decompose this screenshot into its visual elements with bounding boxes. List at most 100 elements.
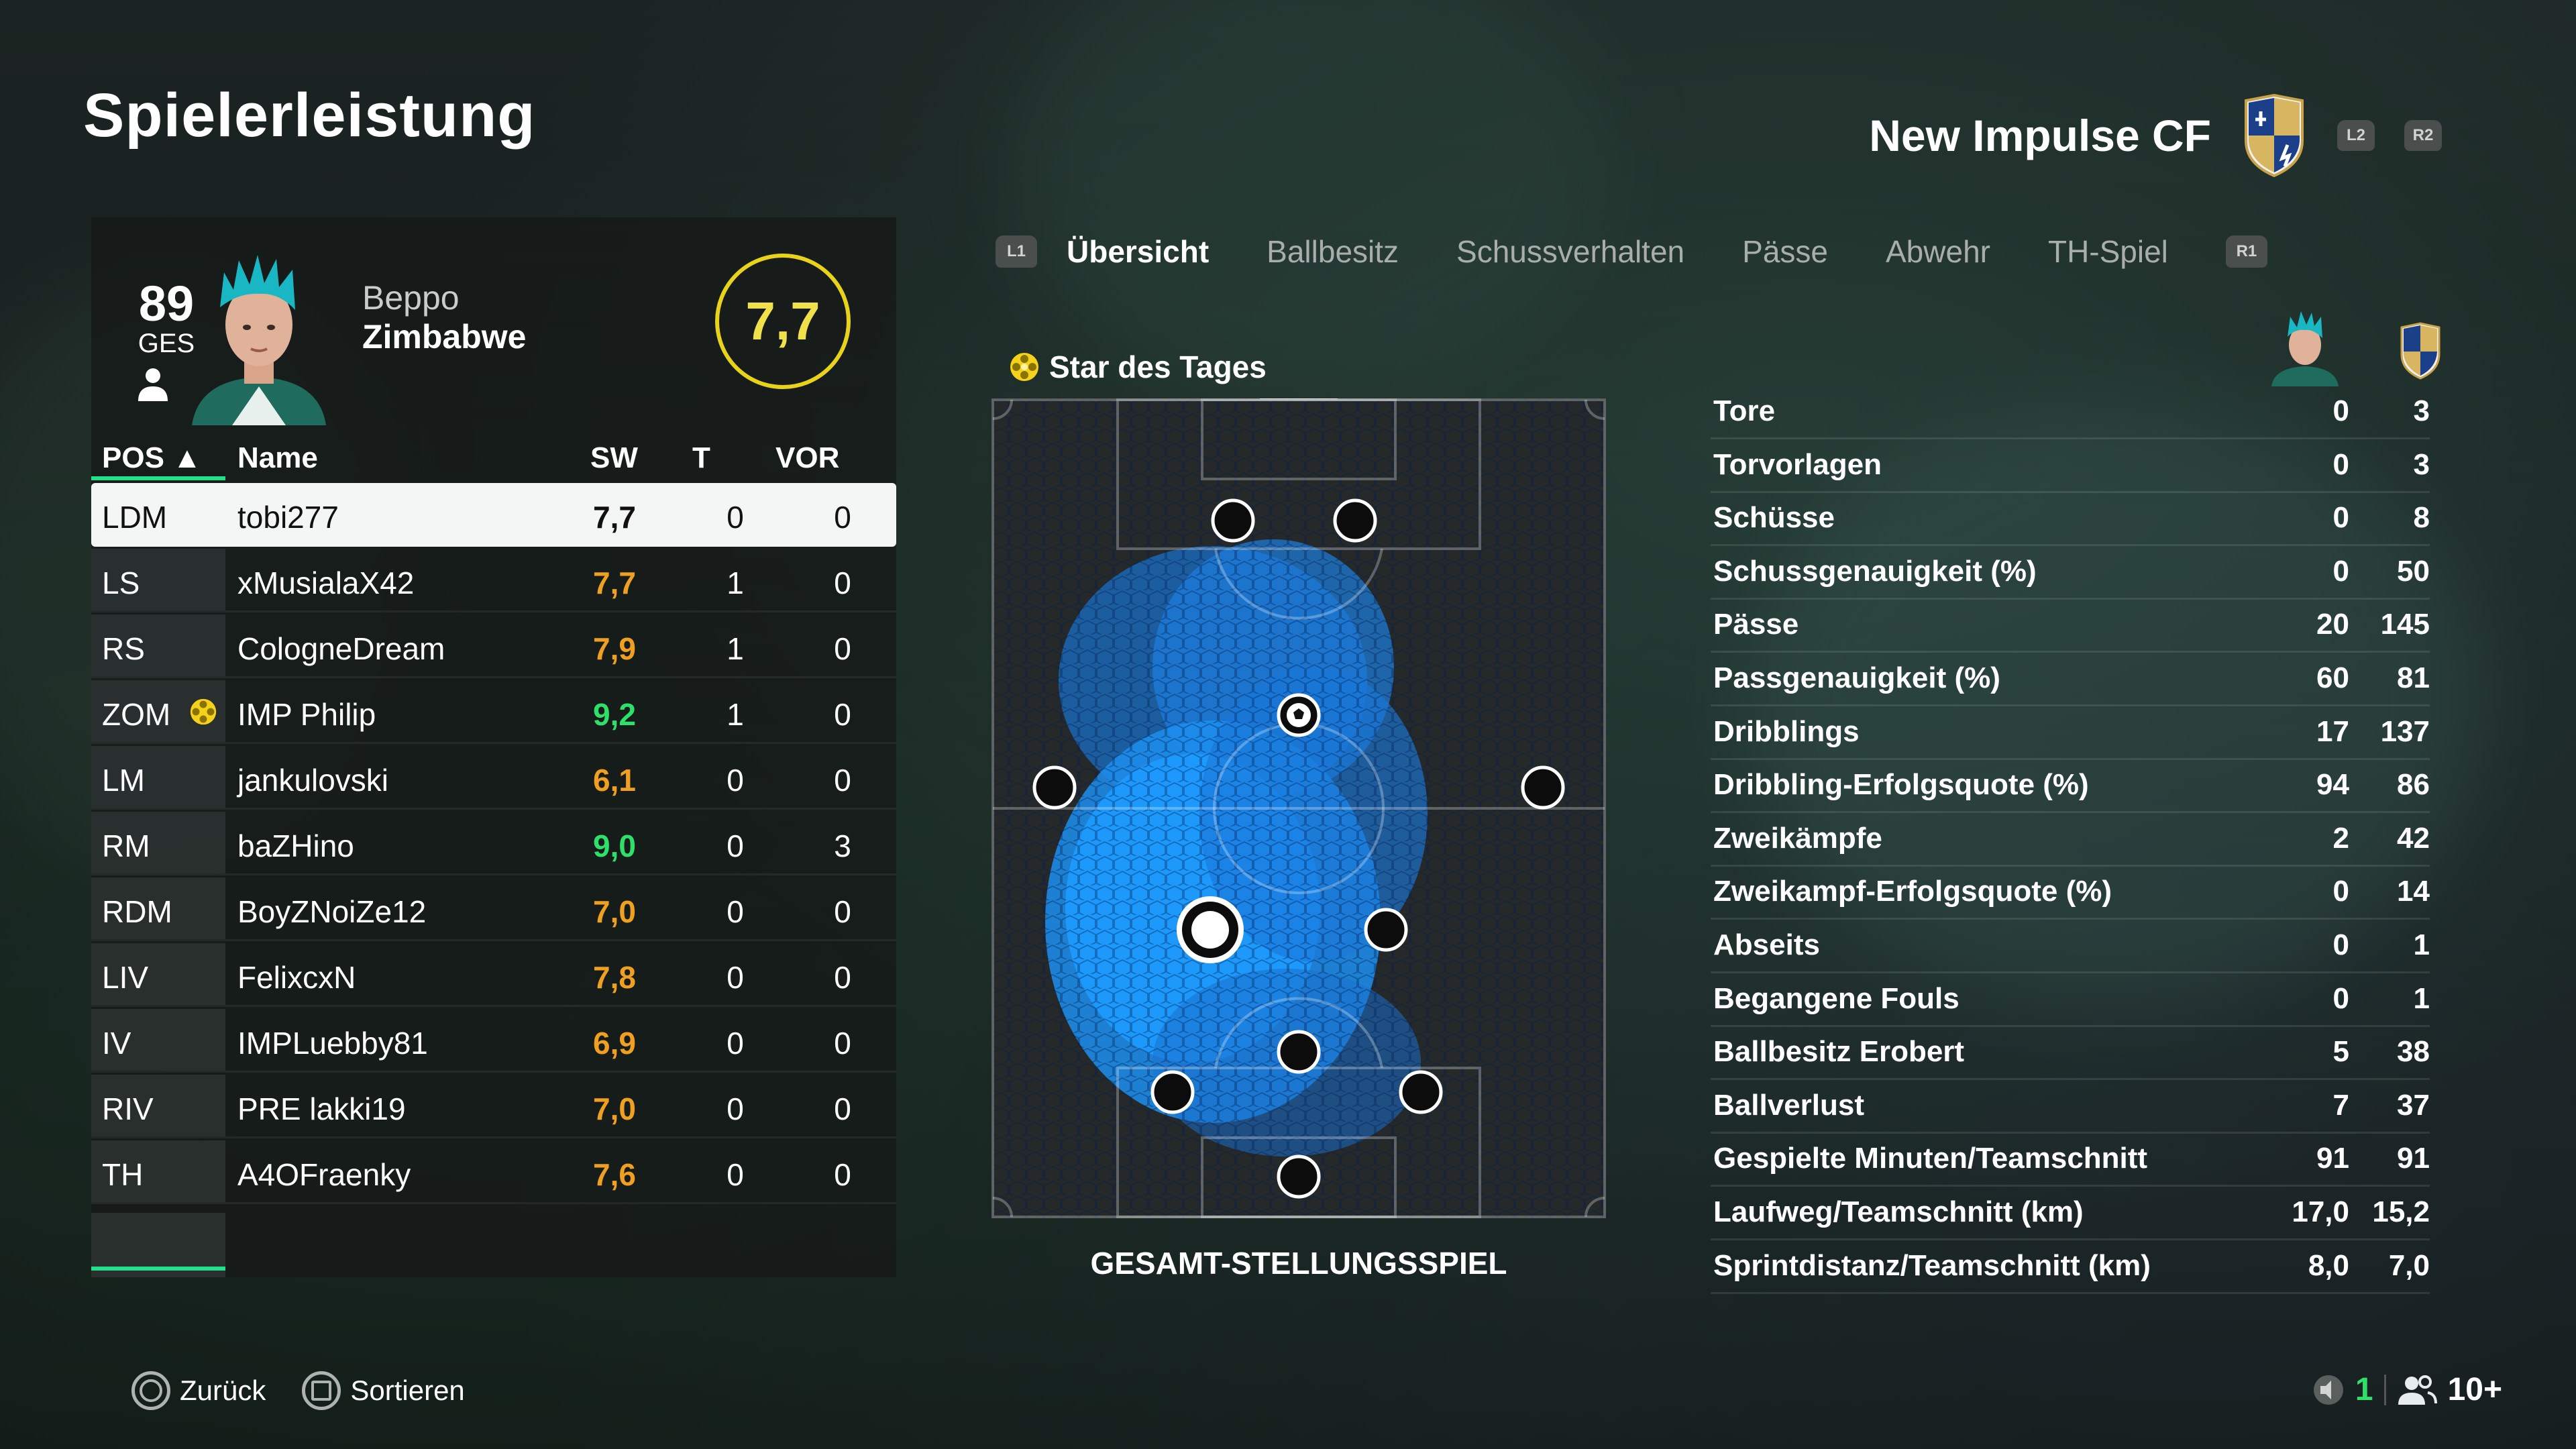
position-marker-ls <box>1211 498 1255 543</box>
row-player-name: FelixcxN <box>237 960 356 995</box>
scroll-indicator <box>91 1267 225 1271</box>
player-performance-panel: 89 GES Beppo Zimbabwe 7,7 POS ▲ Name SW … <box>91 217 896 1277</box>
stat-row: Zweikampf-Erfolgsquote (%) 0 14 <box>1711 865 2430 920</box>
stat-team-value: 14 <box>2397 875 2430 908</box>
row-player-name: A4OFraenky <box>237 1157 411 1192</box>
stat-player-value: 91 <box>2316 1142 2349 1175</box>
square-button-icon[interactable] <box>302 1371 341 1410</box>
r1-button[interactable]: R1 <box>2225 235 2267 268</box>
row-position: LS <box>102 566 140 600</box>
row-goals: 1 <box>727 631 744 666</box>
speaker-muted-icon <box>2313 1375 2343 1405</box>
table-row[interactable]: LIV FelixcxN 7,8 0 0 <box>91 943 896 1007</box>
stat-team-value: 37 <box>2397 1088 2430 1122</box>
row-goals: 0 <box>727 763 744 798</box>
stat-team-value: 1 <box>2413 981 2430 1015</box>
stat-row: Schüsse 0 8 <box>1711 492 2430 547</box>
row-goals: 0 <box>727 1157 744 1192</box>
stat-label: Sprintdistanz/Teamschnitt (km) <box>1713 1248 2151 1282</box>
sort-label[interactable]: Sortieren <box>350 1375 464 1407</box>
row-goals: 1 <box>727 566 744 600</box>
stat-team-value: 81 <box>2397 661 2430 694</box>
tab-schussverhalten[interactable]: Schussverhalten <box>1456 233 1684 270</box>
stat-label: Torvorlagen <box>1713 447 1882 481</box>
col-name-header[interactable]: Name <box>237 441 318 475</box>
row-assists: 3 <box>834 828 851 863</box>
col-t-header[interactable]: T <box>692 441 710 475</box>
stat-team-value: 3 <box>2413 447 2430 481</box>
tab-paesse[interactable]: Pässe <box>1742 233 1828 270</box>
footer-controls: Zurück Sortieren <box>131 1371 465 1410</box>
stat-team-value: 38 <box>2397 1035 2430 1069</box>
sort-indicator <box>91 476 225 480</box>
table-row[interactable]: TH A4OFraenky 7,6 0 0 <box>91 1140 896 1204</box>
table-row[interactable]: LDM tobi277 7,7 0 0 <box>91 483 896 547</box>
position-marker-liv <box>1150 1070 1195 1114</box>
row-rating: 9,0 <box>593 828 636 863</box>
row-player-name: jankulovski <box>237 763 388 798</box>
tab-uebersicht[interactable]: Übersicht <box>1067 233 1209 270</box>
position-marker-iv <box>1277 1030 1321 1074</box>
stat-team-value: 86 <box>2397 768 2430 802</box>
col-pos-header[interactable]: POS ▲ <box>102 441 202 475</box>
heatmap-caption: GESAMT-STELLUNGSSPIEL <box>1090 1246 1507 1281</box>
row-assists: 0 <box>834 1091 851 1126</box>
stat-row: Ballbesitz Erobert 5 38 <box>1711 1026 2430 1081</box>
stat-label: Tore <box>1713 394 1776 427</box>
col-vor-header[interactable]: VOR <box>775 441 839 475</box>
stat-label: Abseits <box>1713 928 1820 961</box>
table-row[interactable]: RIV PRE lakki19 7,0 0 0 <box>91 1075 896 1138</box>
stat-row: Gespielte Minuten/Teamschnitt 91 91 <box>1711 1132 2430 1187</box>
table-row[interactable]: IV IMPLuebby81 6,9 0 0 <box>91 1009 896 1073</box>
stat-player-value: 60 <box>2316 661 2349 694</box>
row-player-name: IMP Philip <box>237 697 376 732</box>
table-row[interactable]: RM baZHino 9,0 0 3 <box>91 812 896 875</box>
table-row[interactable]: ZOM IMP Philip 9,2 1 0 <box>91 680 896 744</box>
party-count: 10+ <box>2447 1372 2502 1407</box>
stat-row: Laufweg/Teamschnitt (km) 17,0 15,2 <box>1711 1186 2430 1240</box>
row-position: LM <box>102 763 145 798</box>
row-assists: 0 <box>834 1157 851 1192</box>
match-rating-value: 7,7 <box>745 291 820 351</box>
row-position: ZOM <box>102 697 171 732</box>
stat-team-value: 91 <box>2397 1142 2430 1175</box>
l1-button[interactable]: L1 <box>996 235 1037 268</box>
stat-player-value: 0 <box>2332 554 2349 588</box>
position-marker-ldm-selected <box>1177 896 1244 963</box>
stat-team-value: 137 <box>2380 714 2430 748</box>
stat-label: Gespielte Minuten/Teamschnitt <box>1713 1142 2148 1175</box>
table-row[interactable]: LS xMusialaX42 7,7 1 0 <box>91 549 896 612</box>
position-marker-rm <box>1521 765 1565 810</box>
table-row[interactable]: RS CologneDream 7,9 1 0 <box>91 614 896 678</box>
r2-button[interactable]: R2 <box>2404 120 2442 151</box>
stat-player-value: 0 <box>2332 928 2349 961</box>
row-assists: 0 <box>834 500 851 535</box>
l2-button[interactable]: L2 <box>2337 120 2375 151</box>
back-label[interactable]: Zurück <box>180 1375 266 1407</box>
stat-team-value: 3 <box>2413 394 2430 427</box>
tab-abwehr[interactable]: Abwehr <box>1886 233 1990 270</box>
row-position: RM <box>102 828 150 863</box>
position-marker-rs <box>1333 498 1377 543</box>
stat-row: Schussgenauigkeit (%) 0 50 <box>1711 545 2430 600</box>
background-blur <box>1006 0 1610 402</box>
table-row[interactable]: RDM BoyZNoiZe12 7,0 0 0 <box>91 877 896 941</box>
player-first-name: Beppo <box>362 279 460 317</box>
row-rating: 7,7 <box>593 566 636 600</box>
table-row[interactable]: LM jankulovski 6,1 0 0 <box>91 746 896 810</box>
stat-player-value: 2 <box>2332 821 2349 855</box>
row-player-name: BoyZNoiZe12 <box>237 894 427 929</box>
stat-player-value: 8,0 <box>2308 1248 2349 1282</box>
tab-ballbesitz[interactable]: Ballbesitz <box>1267 233 1399 270</box>
circle-button-icon[interactable] <box>131 1371 170 1410</box>
star-label: Star des Tages <box>1049 350 1267 384</box>
stat-row: Sprintdistanz/Teamschnitt (km) 8,0 7,0 <box>1711 1240 2430 1294</box>
col-sw-header[interactable]: SW <box>590 441 638 475</box>
comparison-icons <box>2271 311 2440 386</box>
stat-player-value: 20 <box>2316 608 2349 641</box>
row-position: RDM <box>102 894 172 929</box>
row-assists: 0 <box>834 631 851 666</box>
row-position: RS <box>102 631 145 666</box>
row-assists: 0 <box>834 697 851 732</box>
tab-th-spiel[interactable]: TH-Spiel <box>2048 233 2168 270</box>
